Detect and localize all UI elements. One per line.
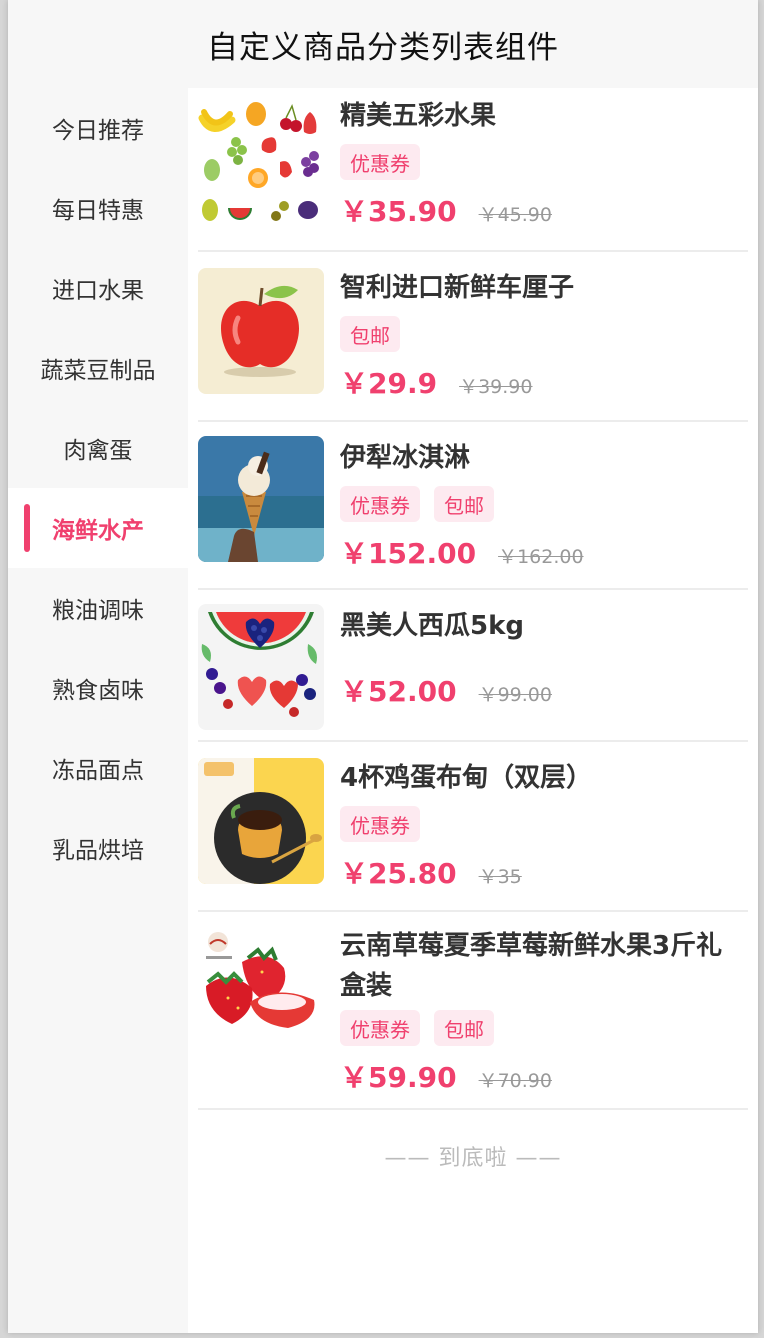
sidebar-item-label: 肉禽蛋 — [63, 438, 133, 464]
product-name: 智利进口新鲜车厘子 — [340, 273, 575, 303]
sidebar-item-meat-eggs[interactable]: 肉禽蛋 — [8, 408, 188, 488]
product-info: 智利进口新鲜车厘子 包邮 ￥29.9 ￥39.90 — [340, 268, 748, 402]
sidebar-item-vegetables-tofu[interactable]: 蔬菜豆制品 — [8, 328, 188, 408]
original-price: ￥70.90 — [478, 1070, 552, 1092]
product-name: 4杯鸡蛋布甸（双层） — [340, 763, 593, 793]
price-row: ￥25.80 ￥35 — [340, 852, 748, 892]
product-price: ￥35.90 — [340, 195, 457, 228]
navigation-bar: 自定义商品分类列表组件 — [8, 0, 758, 88]
coupon-tag: 优惠券 — [340, 806, 420, 842]
product-card[interactable]: 云南草莓夏季草莓新鲜水果3斤礼盒装 优惠券 包邮 ￥59.90 ￥70.90 — [198, 912, 748, 1110]
app-frame: 自定义商品分类列表组件 今日推荐 每日特惠 进口水果 蔬菜豆制品 肉禽蛋 海鲜水… — [8, 0, 758, 1333]
product-price: ￥152.00 — [340, 537, 477, 570]
end-of-list-text: —— 到底啦 —— — [384, 1146, 562, 1171]
original-price: ￥45.90 — [478, 204, 552, 226]
tag-group: 包邮 — [340, 316, 748, 352]
product-name: 精美五彩水果 — [340, 101, 497, 131]
active-indicator — [24, 504, 30, 552]
product-info: 云南草莓夏季草莓新鲜水果3斤礼盒装 优惠券 包邮 ￥59.90 ￥70.90 — [340, 926, 748, 1096]
product-price: ￥29.9 — [340, 367, 438, 400]
product-card[interactable]: 伊犁冰淇淋 优惠券 包邮 ￥152.00 ￥162.00 — [198, 422, 748, 590]
product-card[interactable]: 4杯鸡蛋布甸（双层） 优惠券 ￥25.80 ￥35 — [198, 742, 748, 912]
sidebar-item-label: 熟食卤味 — [52, 678, 144, 704]
product-price: ￥59.90 — [340, 1061, 457, 1094]
tag-group: 优惠券 — [340, 144, 748, 180]
sidebar-item-seafood[interactable]: 海鲜水产 — [8, 488, 188, 568]
product-name: 黑美人西瓜5kg — [340, 611, 524, 641]
original-price: ￥35 — [478, 866, 522, 888]
strawberries-image[interactable] — [198, 928, 324, 1054]
mixed-fruits-image[interactable] — [198, 98, 324, 224]
sidebar-item-daily-deals[interactable]: 每日特惠 — [8, 168, 188, 248]
product-price: ￥25.80 — [340, 857, 457, 890]
product-card[interactable]: 智利进口新鲜车厘子 包邮 ￥29.9 ￥39.90 — [198, 252, 748, 422]
sidebar-item-deli[interactable]: 熟食卤味 — [8, 648, 188, 728]
product-name: 云南草莓夏季草莓新鲜水果3斤礼盒装 — [340, 931, 723, 1001]
red-apple-image[interactable] — [198, 268, 324, 394]
sidebar-item-frozen[interactable]: 冻品面点 — [8, 728, 188, 808]
sidebar-item-label: 冻品面点 — [52, 758, 144, 784]
product-list: 精美五彩水果 优惠券 ￥35.90 ￥45.90 智利进口新鲜车厘子 包邮 ￥2… — [198, 88, 748, 1110]
free-shipping-tag: 包邮 — [434, 486, 494, 522]
sidebar-item-label: 乳品烘培 — [52, 838, 144, 864]
coupon-tag: 优惠券 — [340, 144, 420, 180]
sidebar-item-label: 蔬菜豆制品 — [40, 358, 156, 384]
tag-group: 优惠券 — [340, 806, 748, 842]
free-shipping-tag: 包邮 — [434, 1010, 494, 1046]
coupon-tag: 优惠券 — [340, 1010, 420, 1046]
sidebar-item-today-recommend[interactable]: 今日推荐 — [8, 88, 188, 168]
sidebar-item-label: 今日推荐 — [52, 118, 144, 144]
sidebar-item-label: 粮油调味 — [52, 598, 144, 624]
sidebar-item-label: 海鲜水产 — [52, 518, 144, 544]
free-shipping-tag: 包邮 — [340, 316, 400, 352]
product-info: 伊犁冰淇淋 优惠券 包邮 ￥152.00 ￥162.00 — [340, 438, 748, 572]
product-info: 精美五彩水果 优惠券 ￥35.90 ￥45.90 — [340, 96, 748, 230]
page-title: 自定义商品分类列表组件 — [207, 29, 559, 66]
sidebar-item-label: 每日特惠 — [52, 198, 144, 224]
price-row: ￥35.90 ￥45.90 — [340, 190, 748, 230]
product-price: ￥52.00 — [340, 675, 457, 708]
price-row: ￥29.9 ￥39.90 — [340, 362, 748, 402]
price-row: ￥152.00 ￥162.00 — [340, 532, 748, 572]
price-row: ￥52.00 ￥99.00 — [340, 670, 748, 710]
sidebar-item-imported-fruit[interactable]: 进口水果 — [8, 248, 188, 328]
product-info: 4杯鸡蛋布甸（双层） 优惠券 ￥25.80 ￥35 — [340, 758, 748, 892]
sidebar-item-label: 进口水果 — [52, 278, 144, 304]
coupon-tag: 优惠券 — [340, 486, 420, 522]
tag-group: 优惠券 包邮 — [340, 1010, 748, 1046]
product-info: 黑美人西瓜5kg ￥52.00 ￥99.00 — [340, 606, 748, 710]
product-card[interactable]: 黑美人西瓜5kg ￥52.00 ￥99.00 — [198, 590, 748, 742]
original-price: ￥99.00 — [478, 684, 552, 706]
original-price: ￥162.00 — [498, 546, 584, 568]
original-price: ￥39.90 — [459, 376, 533, 398]
watermelon-berries-image[interactable] — [198, 604, 324, 730]
ice-cream-cone-image[interactable] — [198, 436, 324, 562]
product-card[interactable]: 精美五彩水果 优惠券 ￥35.90 ￥45.90 — [198, 88, 748, 252]
pudding-image[interactable] — [198, 758, 324, 884]
sidebar-item-grain-oil[interactable]: 粮油调味 — [8, 568, 188, 648]
product-name: 伊犁冰淇淋 — [340, 443, 471, 473]
price-row: ￥59.90 ￥70.90 — [340, 1056, 748, 1096]
sidebar-item-dairy-bakery[interactable]: 乳品烘培 — [8, 808, 188, 888]
category-sidebar: 今日推荐 每日特惠 进口水果 蔬菜豆制品 肉禽蛋 海鲜水产 粮油调味 熟食卤味 … — [8, 88, 188, 1333]
tag-group: 优惠券 包邮 — [340, 486, 748, 522]
